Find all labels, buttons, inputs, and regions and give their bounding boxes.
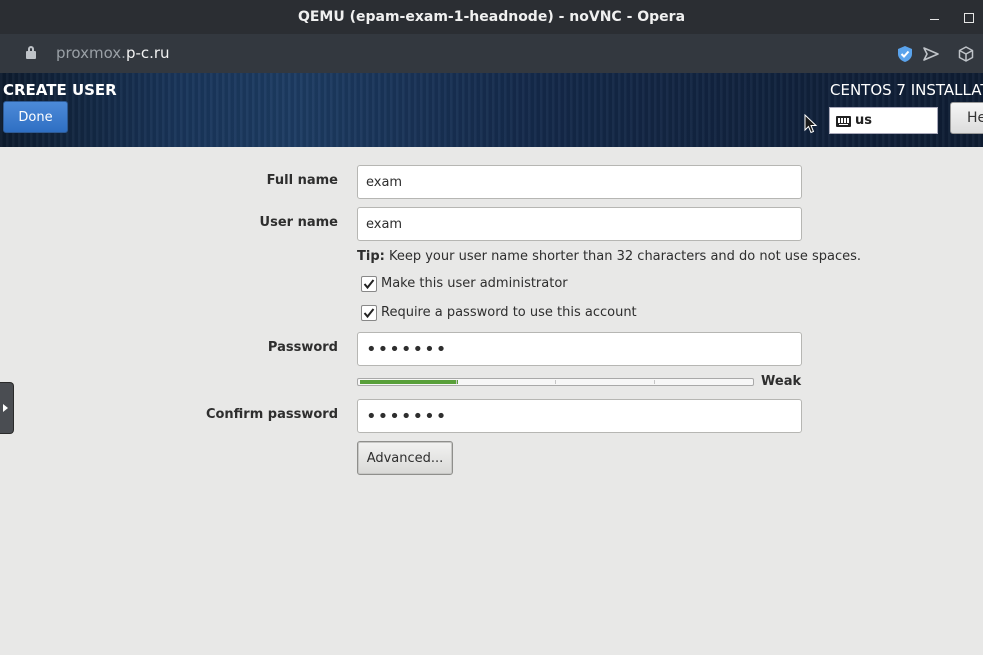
keyboard-layout-indicator[interactable]: us: [829, 107, 938, 134]
password-strength-fill: [360, 380, 458, 384]
send-icon[interactable]: [922, 45, 940, 63]
user-name-input[interactable]: [357, 207, 802, 241]
address-bar: proxmox.p-c.ru: [0, 34, 983, 73]
done-button[interactable]: Done: [3, 101, 68, 133]
tip-text: Keep your user name shorter than 32 char…: [384, 249, 861, 264]
tip-prefix: Tip:: [357, 249, 385, 264]
advanced-button[interactable]: Advanced...: [357, 441, 453, 475]
url-host-domain: p-c.ru: [125, 44, 170, 62]
admin-checkbox[interactable]: [361, 276, 377, 292]
browser-titlebar: QEMU (epam-exam-1-headnode) - noVNC - Op…: [0, 0, 983, 34]
lock-icon[interactable]: [26, 46, 36, 59]
username-tip: Tip: Keep your user name shorter than 32…: [357, 249, 861, 264]
window-title: QEMU (epam-exam-1-headnode) - noVNC - Op…: [297, 9, 686, 25]
confirm-password-label: Confirm password: [205, 407, 338, 422]
url-field[interactable]: proxmox.p-c.ru: [56, 34, 170, 73]
installer-header: CREATE USER Done CENTOS 7 INSTALLAT us H…: [0, 73, 983, 147]
require-password-label[interactable]: Require a password to use this account: [381, 305, 637, 321]
help-button[interactable]: He: [950, 102, 983, 134]
url-host-prefix: proxmox.: [56, 44, 126, 62]
keyboard-layout-label: us: [855, 113, 872, 128]
shield-icon[interactable]: [896, 45, 914, 63]
novnc-control-bar-handle[interactable]: [0, 382, 14, 434]
password-input[interactable]: [357, 332, 802, 366]
user-name-label: User name: [259, 215, 338, 230]
require-password-checkbox[interactable]: [361, 305, 377, 321]
spoke-title: CREATE USER: [3, 81, 117, 99]
full-name-label: Full name: [266, 173, 338, 188]
password-strength-bar: [357, 378, 754, 386]
admin-checkbox-label[interactable]: Make this user administrator: [381, 276, 568, 292]
mouse-cursor: [804, 114, 818, 134]
product-title: CENTOS 7 INSTALLAT: [830, 81, 983, 99]
checkmark-icon: [363, 279, 375, 290]
confirm-password-input[interactable]: [357, 399, 802, 433]
checkmark-icon: [363, 308, 375, 319]
full-name-input[interactable]: [357, 165, 802, 199]
cube-icon[interactable]: [957, 45, 975, 63]
maximize-button[interactable]: [960, 8, 978, 26]
password-strength-label: Weak: [761, 374, 802, 389]
password-label: Password: [267, 340, 338, 355]
keyboard-icon: [836, 116, 851, 127]
minimize-button[interactable]: [926, 8, 944, 26]
